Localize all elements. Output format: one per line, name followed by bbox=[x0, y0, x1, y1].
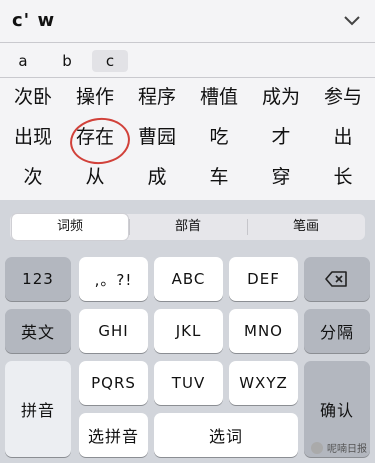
pinyin-key[interactable]: 拼音 bbox=[5, 361, 71, 457]
candidate-panel: c' w a b c 次卧 操作 程序 槽值 成为 参与 出现 存在 曹园 吃 … bbox=[0, 0, 375, 200]
key-jkl[interactable]: JKL bbox=[154, 309, 223, 353]
candidate-word[interactable]: 才 bbox=[252, 122, 310, 152]
separator-key[interactable]: 分隔 bbox=[304, 309, 370, 353]
candidate-word[interactable]: 出现 bbox=[4, 122, 62, 152]
divider bbox=[0, 77, 375, 78]
backspace-icon bbox=[325, 271, 347, 287]
candidate-word[interactable]: 出 bbox=[314, 122, 372, 152]
key-def[interactable]: DEF bbox=[229, 257, 298, 301]
candidate-word[interactable]: 从 bbox=[66, 162, 124, 192]
backspace-key[interactable] bbox=[304, 257, 370, 301]
english-key[interactable]: 英文 bbox=[5, 309, 71, 353]
numbers-key[interactable]: 123 bbox=[5, 257, 71, 301]
key-pqrs[interactable]: PQRS bbox=[79, 361, 148, 405]
key-abc[interactable]: ABC bbox=[154, 257, 223, 301]
segment-stroke[interactable]: 笔画 bbox=[248, 214, 364, 240]
key-ghi[interactable]: GHI bbox=[79, 309, 148, 353]
chevron-down-icon[interactable] bbox=[343, 14, 361, 26]
candidate-word[interactable]: 曹园 bbox=[128, 122, 186, 152]
candidate-word[interactable]: 参与 bbox=[314, 82, 372, 112]
composition-text: c' w bbox=[12, 10, 56, 31]
candidate-word[interactable]: 程序 bbox=[128, 82, 186, 112]
candidate-word[interactable]: 穿 bbox=[252, 162, 310, 192]
segment-radical[interactable]: 部首 bbox=[130, 214, 246, 240]
candidate-word[interactable]: 成 bbox=[128, 162, 186, 192]
candidate-word[interactable]: 成为 bbox=[252, 82, 310, 112]
watermark-text: 呢喃日报 bbox=[327, 444, 367, 455]
candidate-word[interactable]: 吃 bbox=[190, 122, 248, 152]
select-pinyin-key[interactable]: 选拼音 bbox=[79, 413, 148, 457]
candidate-word[interactable]: 车 bbox=[190, 162, 248, 192]
candidate-word[interactable]: 次卧 bbox=[4, 82, 62, 112]
watermark: 呢喃日报 bbox=[311, 440, 367, 455]
divider bbox=[0, 42, 375, 43]
key-wxyz[interactable]: WXYZ bbox=[229, 361, 298, 405]
select-word-key[interactable]: 选词 bbox=[154, 413, 298, 457]
candidate-word[interactable]: 操作 bbox=[66, 82, 124, 112]
candidate-word[interactable]: 槽值 bbox=[190, 82, 248, 112]
key-mno[interactable]: MNO bbox=[229, 309, 298, 353]
pinyin-option-a[interactable]: a bbox=[8, 50, 38, 72]
watermark-icon bbox=[311, 441, 323, 454]
pinyin-option-b[interactable]: b bbox=[52, 50, 82, 72]
segment-word-frequency[interactable]: 词频 bbox=[12, 214, 128, 240]
candidate-word[interactable]: 次 bbox=[4, 162, 62, 192]
sort-segmented-control: 词频 部首 笔画 bbox=[10, 214, 365, 240]
key-tuv[interactable]: TUV bbox=[154, 361, 223, 405]
pinyin-option-c[interactable]: c bbox=[92, 50, 128, 72]
candidate-word[interactable]: 长 bbox=[314, 162, 372, 192]
punctuation-key[interactable]: ,。?! bbox=[79, 257, 148, 301]
